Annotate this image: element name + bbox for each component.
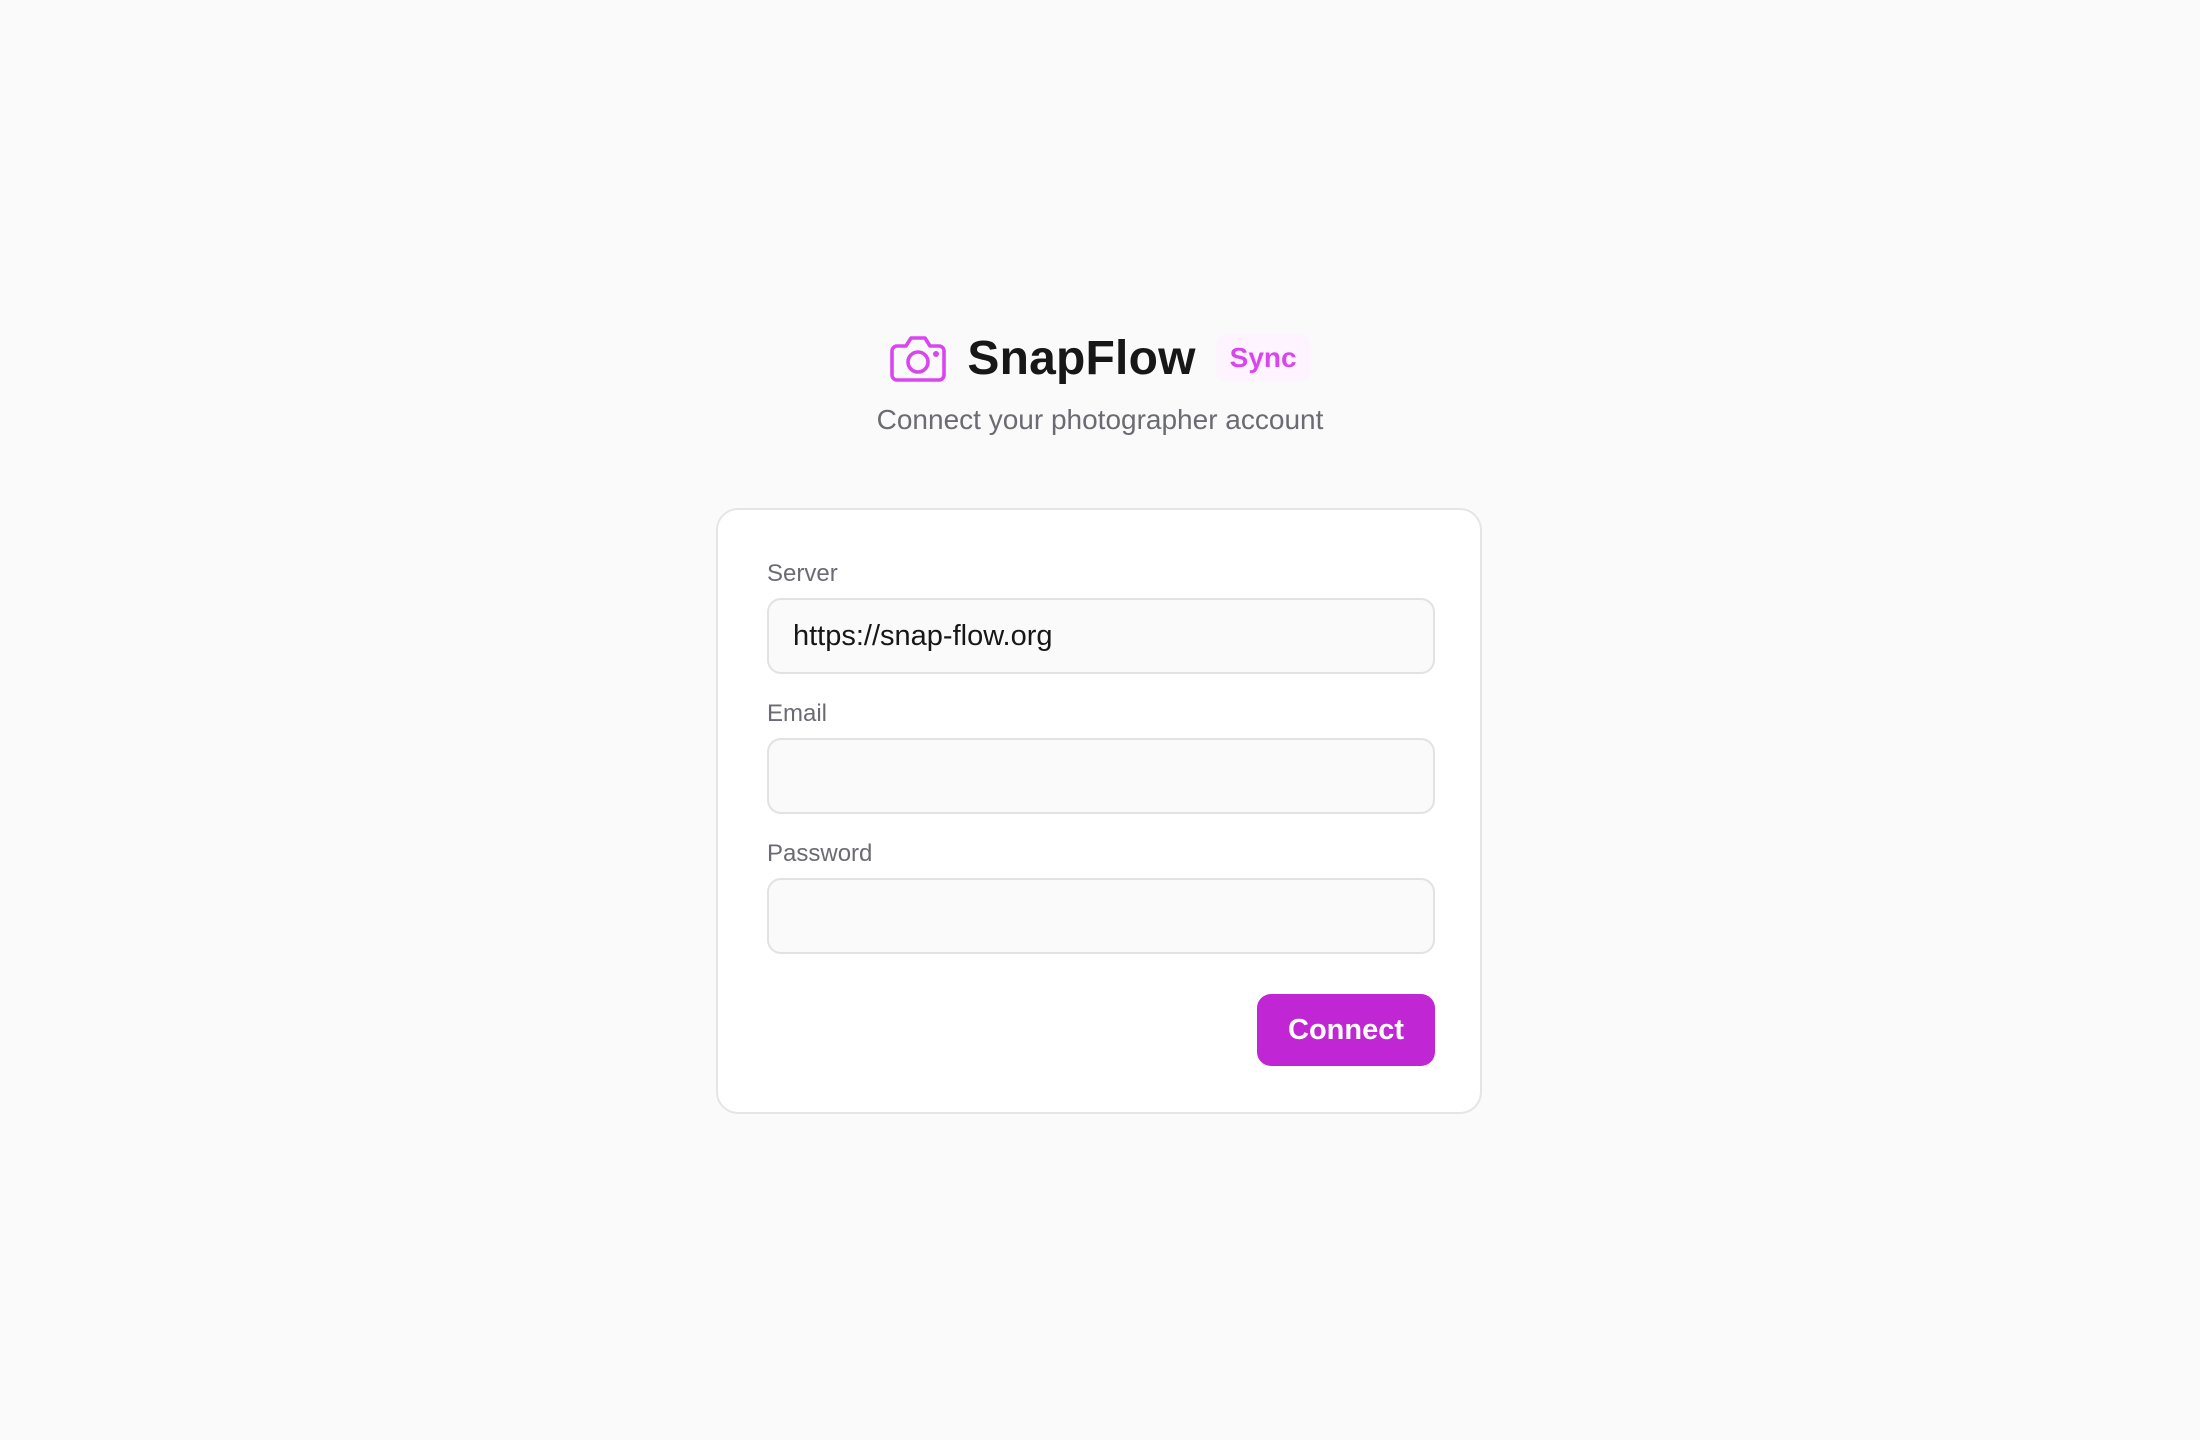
- password-input[interactable]: [767, 878, 1435, 954]
- email-input[interactable]: [767, 738, 1435, 814]
- app-name: SnapFlow: [967, 331, 1196, 385]
- page-subtitle: Connect your photographer account: [876, 404, 1324, 435]
- brand-header: SnapFlow Sync: [0, 330, 2200, 386]
- password-label: Password: [767, 840, 873, 867]
- connect-form: Server Email Password Connect: [716, 508, 1482, 1114]
- server-label: Server: [767, 560, 838, 587]
- server-input[interactable]: [767, 598, 1435, 674]
- email-label: Email: [767, 700, 828, 727]
- camera-icon: [889, 333, 947, 383]
- sync-badge: Sync: [1215, 334, 1311, 382]
- connect-button[interactable]: Connect: [1257, 994, 1435, 1066]
